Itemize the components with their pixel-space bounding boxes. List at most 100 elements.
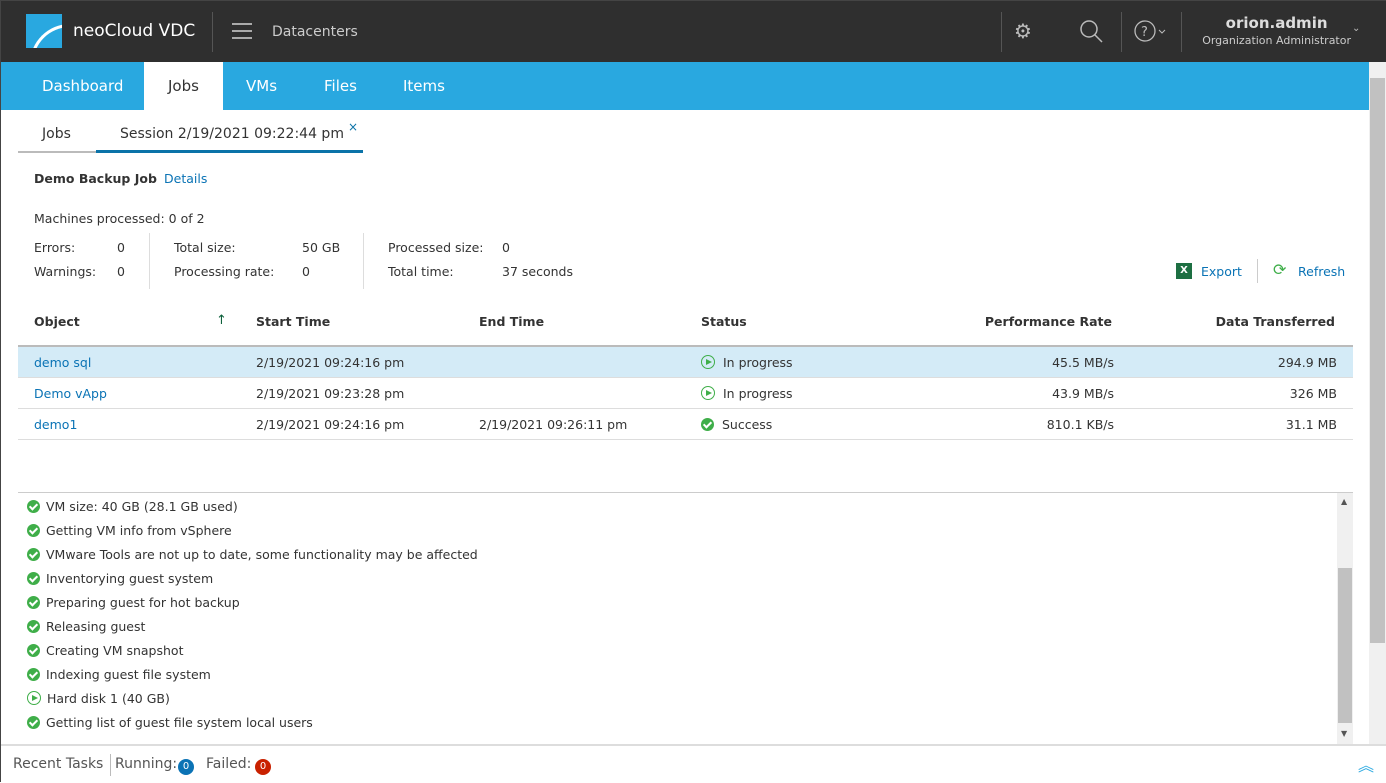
chevron-down-icon[interactable]: ⌄ [1352,23,1360,34]
in-progress-icon [27,691,41,705]
success-icon [27,572,40,585]
export-button[interactable]: Export [1201,264,1242,279]
log-item: Preparing guest for hot backup [27,595,240,610]
excel-icon: X [1176,263,1192,279]
tab-jobs[interactable]: Jobs [144,62,223,110]
log-item: Getting list of guest file system local … [27,715,313,730]
refresh-button[interactable]: Refresh [1298,264,1345,279]
data-transferred: 326 MB [1289,386,1337,401]
column-status[interactable]: Status [701,314,747,329]
expand-up-icon[interactable]: ︽ [1358,752,1374,776]
success-icon [27,716,40,729]
total-size-label: Total size: [174,240,236,255]
user-role: Organization Administrator [1202,34,1351,47]
success-icon [701,418,714,431]
log-item-text: Indexing guest file system [46,667,211,682]
close-tab-icon[interactable]: × [348,120,358,134]
log-item: VMware Tools are not up to date, some fu… [27,547,478,562]
job-name: Demo Backup Job [34,171,157,186]
log-item-text: VM size: 40 GB (28.1 GB used) [46,499,238,514]
performance-rate: 43.9 MB/s [1052,386,1114,401]
start-time: 2/19/2021 09:24:16 pm [256,355,405,370]
column-data-transferred[interactable]: Data Transferred [1216,314,1335,329]
brand-name: neoCloud VDC [73,21,196,41]
tab-items[interactable]: Items [381,62,467,110]
svg-text:?: ? [1141,25,1148,40]
success-icon [27,524,40,537]
main-nav: Dashboard Jobs VMs Files Items [1,62,1369,110]
start-time: 2/19/2021 09:23:28 pm [256,386,405,401]
search-icon[interactable] [1079,19,1105,50]
failed-count-badge: 0 [255,759,271,775]
log-item: Creating VM snapshot [27,643,183,658]
user-menu[interactable]: orion.admin Organization Administrator [1202,14,1351,47]
log-item: Indexing guest file system [27,667,211,682]
end-time: 2/19/2021 09:26:11 pm [479,417,628,432]
processing-rate-value: 0 [302,264,310,279]
success-icon [27,620,40,633]
success-icon [27,548,40,561]
column-performance-rate[interactable]: Performance Rate [985,314,1112,329]
hamburger-menu-icon[interactable] [232,23,252,39]
recent-tasks-label[interactable]: Recent Tasks [13,756,103,772]
log-item-text: Getting VM info from vSphere [46,523,232,538]
object-link[interactable]: demo1 [34,417,77,432]
tab-dashboard[interactable]: Dashboard [20,62,145,110]
gear-icon[interactable]: ⚙ [1014,19,1032,43]
machines-processed: Machines processed: 0 of 2 [34,211,205,226]
log-item-text: Getting list of guest file system local … [46,715,313,730]
table-row[interactable]: demo sql 2/19/2021 09:24:16 pm In progre… [18,347,1353,378]
data-transferred: 31.1 MB [1285,417,1337,432]
column-object[interactable]: Object [34,314,80,329]
recent-tasks-bar: Recent Tasks Running: 0 Failed: 0 ︽ [1,744,1386,783]
object-link[interactable]: Demo vApp [34,386,107,401]
tab-vms[interactable]: VMs [224,62,299,110]
log-item-text: Releasing guest [46,619,146,634]
sort-ascending-icon[interactable]: ↑ [216,313,227,328]
table-row[interactable]: demo1 2/19/2021 09:24:16 pm 2/19/2021 09… [18,409,1353,440]
table-row[interactable]: Demo vApp 2/19/2021 09:23:28 pm In progr… [18,378,1353,409]
processed-size-label: Processed size: [388,240,484,255]
subtab-jobs[interactable]: Jobs [42,126,71,142]
log-item: Releasing guest [27,619,145,634]
status-text: In progress [722,386,793,401]
in-progress-icon [701,355,715,369]
success-icon [27,500,40,513]
divider [212,12,213,52]
log-scrollbar[interactable]: ▲ ▼ [1337,493,1353,744]
details-link[interactable]: Details [164,171,207,186]
logo-icon [26,14,62,48]
performance-rate: 810.1 KB/s [1046,417,1114,432]
page-scrollbar[interactable] [1369,62,1386,744]
column-end-time[interactable]: End Time [479,314,544,329]
tab-files[interactable]: Files [302,62,379,110]
log-item-text: Preparing guest for hot backup [46,595,240,610]
errors-label: Errors: [34,240,76,255]
log-item: VM size: 40 GB (28.1 GB used) [27,499,238,514]
warnings-label: Warnings: [34,264,97,279]
failed-label: Failed: [206,756,252,772]
status-text: Success [721,417,773,432]
running-count-badge: 0 [178,759,194,775]
column-start-time[interactable]: Start Time [256,314,330,329]
object-link[interactable]: demo sql [34,355,91,370]
success-icon [27,668,40,681]
warnings-value: 0 [117,264,125,279]
status-text: In progress [722,355,793,370]
success-icon [27,596,40,609]
performance-rate: 45.5 MB/s [1052,355,1114,370]
log-item: Getting VM info from vSphere [27,523,232,538]
total-time-label: Total time: [388,264,454,279]
log-item-text: Inventorying guest system [46,571,214,586]
start-time: 2/19/2021 09:24:16 pm [256,417,405,432]
log-item: Hard disk 1 (40 GB) [27,691,170,706]
running-label: Running: [115,756,178,772]
help-icon[interactable]: ? [1134,19,1168,48]
log-item-text: Creating VM snapshot [46,643,184,658]
datacenters-link[interactable]: Datacenters [272,24,358,40]
divider [1121,12,1122,52]
user-name: orion.admin [1225,14,1328,32]
subtab-session[interactable]: Session 2/19/2021 09:22:44 pm [120,126,344,142]
divider [1181,12,1182,52]
session-log: VM size: 40 GB (28.1 GB used) Getting VM … [18,492,1353,744]
